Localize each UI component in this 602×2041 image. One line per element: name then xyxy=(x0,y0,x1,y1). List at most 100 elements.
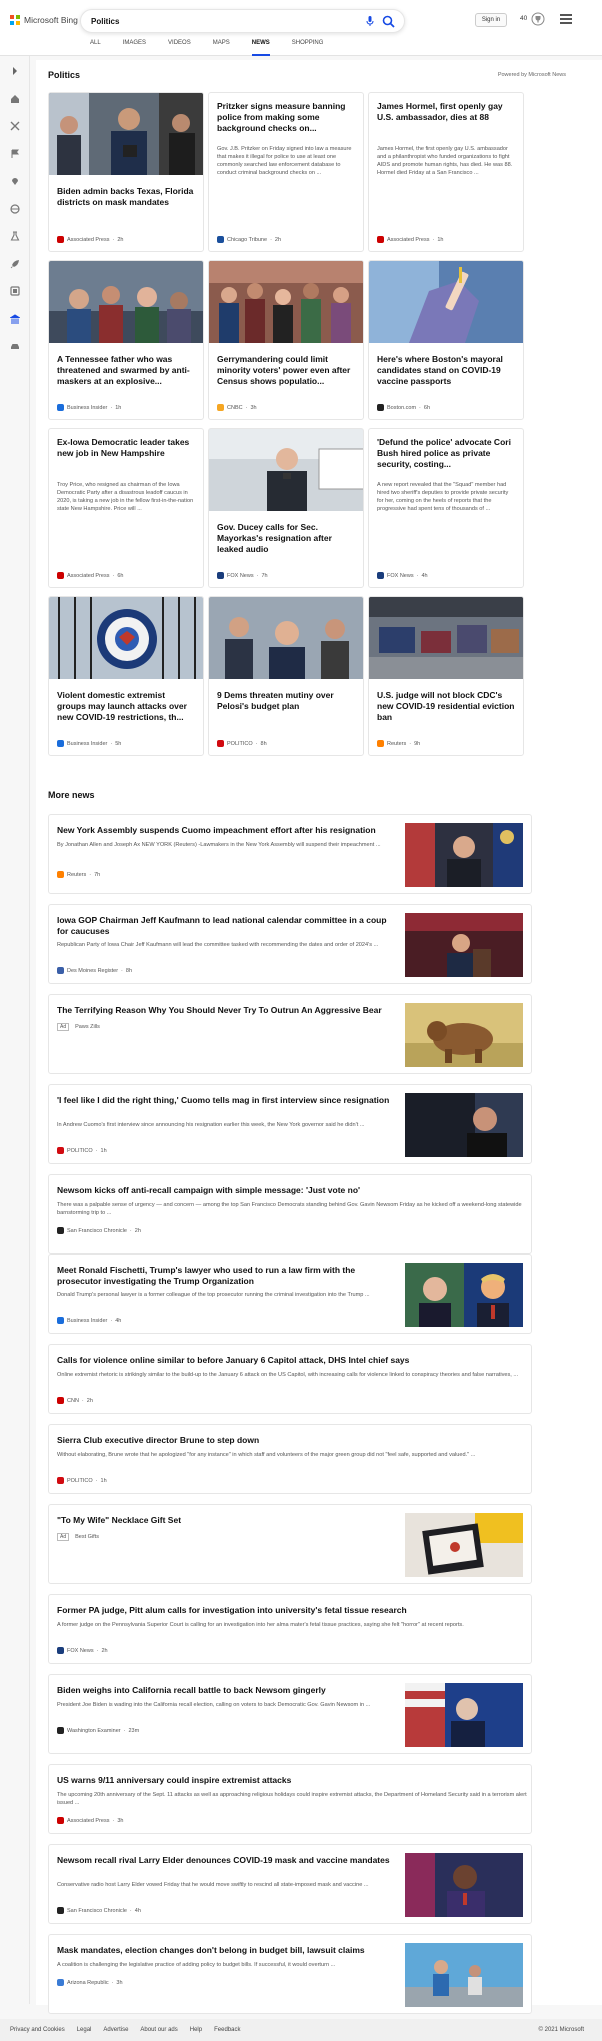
source-logo-icon xyxy=(57,740,64,747)
search-tabs: ALL IMAGES VIDEOS MAPS NEWS SHOPPING xyxy=(90,40,345,56)
chevron-right-icon[interactable] xyxy=(10,66,20,76)
news-card-title: Ex-Iowa Democratic leader takes new job … xyxy=(57,437,190,458)
source-logo-icon xyxy=(57,1397,64,1404)
news-card-source: Associated Press · 6h xyxy=(57,572,123,579)
source-logo-icon xyxy=(57,236,64,243)
news-card-title: Gerrymandering could limit minority vote… xyxy=(217,354,351,386)
tab-all[interactable]: ALL xyxy=(90,40,101,56)
footer-link-help[interactable]: Help xyxy=(190,2027,202,2033)
news-row[interactable]: Sierra Club executive director Brune to … xyxy=(48,1424,532,1494)
news-row[interactable]: Former PA judge, Pitt alum calls for inv… xyxy=(48,1594,532,1664)
news-card[interactable]: 'Defund the police' advocate Cori Bush h… xyxy=(368,428,524,588)
bing-logo[interactable]: Microsoft Bing xyxy=(10,15,78,25)
news-card[interactable]: Gerrymandering could limit minority vote… xyxy=(208,260,364,420)
news-card-source: Associated Press · 2h xyxy=(57,236,123,243)
source-logo-icon xyxy=(217,572,224,579)
source-logo-icon xyxy=(57,871,64,878)
news-row-title: Sierra Club executive director Brune to … xyxy=(57,1435,260,1445)
news-card[interactable]: A Tennessee father who was threatened an… xyxy=(48,260,204,420)
menu-icon[interactable] xyxy=(560,14,572,24)
tab-news[interactable]: NEWS xyxy=(251,40,270,56)
news-row-title: The Terrifying Reason Why You Should Nev… xyxy=(57,1005,382,1015)
news-card-source: CNBC · 3h xyxy=(217,404,257,411)
footer-links: Privacy and Cookies Legal Advertise Abou… xyxy=(10,2027,240,2033)
news-row-snippet: Online extremist rhetoric is strikingly … xyxy=(57,1372,519,1378)
bank-icon[interactable] xyxy=(10,314,20,324)
source-logo-icon xyxy=(57,1227,64,1234)
footer-link-advertise[interactable]: Advertise xyxy=(103,2027,128,2033)
footer-link-feedback[interactable]: Feedback xyxy=(214,2027,240,2033)
search-box xyxy=(80,9,405,33)
news-card[interactable]: Here's where Boston's mayoral candidates… xyxy=(368,260,524,420)
flag-icon[interactable] xyxy=(10,149,20,159)
news-card-snippet: James Hormel, the first openly gay U.S. … xyxy=(377,146,513,176)
globe-icon[interactable] xyxy=(10,204,20,214)
rewards-trophy-icon[interactable] xyxy=(531,12,545,26)
source-logo-icon xyxy=(57,1979,64,1986)
news-row[interactable]: New York Assembly suspends Cuomo impeach… xyxy=(48,814,532,894)
section-title-politics: Politics xyxy=(48,70,81,80)
tab-shopping[interactable]: SHOPPING xyxy=(292,40,324,56)
news-row-source: Ad Best Gifts xyxy=(57,1533,99,1541)
footer-link-legal[interactable]: Legal xyxy=(77,2027,92,2033)
news-row[interactable]: Biden weighs into California recall batt… xyxy=(48,1674,532,1754)
news-row-source: Reuters · 7h xyxy=(57,871,100,878)
home-icon[interactable] xyxy=(10,94,20,104)
news-row-image xyxy=(405,913,523,977)
news-card-title: 'Defund the police' advocate Cori Bush h… xyxy=(377,437,511,469)
source-logo-icon xyxy=(57,1317,64,1324)
news-row-snippet: By Jonathan Allen and Joseph Ax NEW YORK… xyxy=(57,842,381,848)
news-row-image xyxy=(405,1263,523,1327)
news-row[interactable]: Newsom kicks off anti-recall campaign wi… xyxy=(48,1174,532,1254)
footer-link-about-ads[interactable]: About our ads xyxy=(140,2027,177,2033)
film-icon[interactable] xyxy=(10,286,20,296)
map-pin-icon[interactable] xyxy=(10,176,20,186)
news-row[interactable]: US warns 9/11 anniversary could inspire … xyxy=(48,1764,532,1834)
microphone-icon[interactable] xyxy=(364,15,376,27)
news-row-ad[interactable]: The Terrifying Reason Why You Should Nev… xyxy=(48,994,532,1074)
news-row[interactable]: Meet Ronald Fischetti, Trump's lawyer wh… xyxy=(48,1254,532,1334)
sign-in-button[interactable]: Sign in xyxy=(475,13,507,27)
footer: Privacy and Cookies Legal Advertise Abou… xyxy=(0,2019,602,2041)
news-card[interactable]: Violent domestic extremist groups may la… xyxy=(48,596,204,756)
news-row-title: New York Assembly suspends Cuomo impeach… xyxy=(57,825,376,835)
news-row[interactable]: Calls for violence online similar to bef… xyxy=(48,1344,532,1414)
source-logo-icon xyxy=(217,404,224,411)
news-card-source: Boston.com · 6h xyxy=(377,404,430,411)
source-logo-icon xyxy=(377,740,384,747)
tab-maps[interactable]: MAPS xyxy=(213,40,230,56)
footer-link-privacy[interactable]: Privacy and Cookies xyxy=(10,2027,65,2033)
news-row-ad[interactable]: "To My Wife" Necklace Gift Set Ad Best Gi… xyxy=(48,1504,532,1584)
science-icon[interactable] xyxy=(10,231,20,241)
news-row-source: Ad Paws Zills xyxy=(57,1023,100,1031)
car-icon[interactable] xyxy=(10,341,20,351)
news-card[interactable]: Gov. Ducey calls for Sec. Mayorkas's res… xyxy=(208,428,364,588)
news-card-title: Violent domestic extremist groups may la… xyxy=(57,690,187,722)
news-row[interactable]: Iowa GOP Chairman Jeff Kaufmann to lead … xyxy=(48,904,532,984)
news-card[interactable]: Pritzker signs measure banning police fr… xyxy=(208,92,364,252)
news-card[interactable]: U.S. judge will not block CDC's new COVI… xyxy=(368,596,524,756)
rocket-icon[interactable] xyxy=(10,259,20,269)
news-row-source: San Francisco Chronicle · 2h xyxy=(57,1227,141,1234)
search-icon[interactable] xyxy=(382,15,395,28)
news-card-title: Biden admin backs Texas, Florida distric… xyxy=(57,186,194,207)
news-card-title: James Hormel, first openly gay U.S. amba… xyxy=(377,101,503,122)
news-card-image xyxy=(209,429,363,511)
news-card[interactable]: James Hormel, first openly gay U.S. amba… xyxy=(368,92,524,252)
news-card[interactable]: Ex-Iowa Democratic leader takes new job … xyxy=(48,428,204,588)
news-row[interactable]: 'I feel like I did the right thing,' Cuo… xyxy=(48,1084,532,1164)
news-row-snippet: Conservative radio host Larry Elder vowe… xyxy=(57,1882,369,1888)
source-logo-icon xyxy=(57,572,64,579)
rewards-points[interactable]: 40 xyxy=(520,15,527,22)
news-row-source: Arizona Republic · 3h xyxy=(57,1979,123,1986)
tab-images[interactable]: IMAGES xyxy=(123,40,146,56)
news-row-snippet: There was a palpable sense of urgency — … xyxy=(57,1202,522,1216)
news-card[interactable]: Biden admin backs Texas, Florida distric… xyxy=(48,92,204,252)
news-card[interactable]: 9 Dems threaten mutiny over Pelosi's bud… xyxy=(208,596,364,756)
news-row[interactable]: Newsom recall rival Larry Elder denounce… xyxy=(48,1844,532,1924)
tab-videos[interactable]: VIDEOS xyxy=(168,40,191,56)
source-logo-icon xyxy=(57,1907,64,1914)
crossed-arrows-icon[interactable] xyxy=(10,121,20,131)
news-row[interactable]: Mask mandates, election changes don't be… xyxy=(48,1934,532,2014)
search-input[interactable] xyxy=(91,16,341,26)
